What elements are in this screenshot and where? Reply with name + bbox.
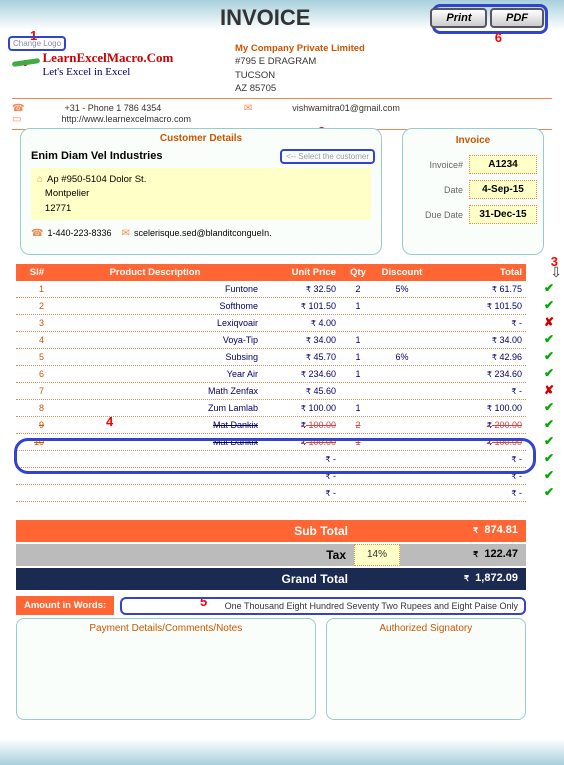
invoice-number: A1234 [469, 155, 537, 174]
table-row: 5Subsing₹ 45.7016%₹ 42.96 [16, 349, 526, 366]
arrow-down-icon: ⇩ [550, 264, 562, 281]
mail-icon: ✉ [122, 228, 130, 239]
signatory-box: Authorized Signatory [326, 618, 526, 720]
table-row: 10Mat Dankix₹ 100.001₹ 100.00 [16, 434, 526, 451]
invoice-meta-box: Invoice Invoice#A1234 Date4-Sep-15 Due D… [402, 128, 544, 255]
invoice-date: 4-Sep-15 [469, 180, 537, 199]
print-button[interactable]: Print [430, 8, 487, 28]
table-row: ₹ -₹ - [16, 485, 526, 502]
payment-notes-box: Payment Details/Comments/Notes [16, 618, 316, 720]
phone-icon: ☎ [31, 228, 43, 239]
table-row: 9Mat Dankix₹ 100.002₹ 200.00 [16, 417, 526, 434]
phone-icon: ☎ [12, 103, 24, 114]
table-row: 1Funtone₹ 32.5025%₹ 61.75 [16, 281, 526, 298]
web-icon: ▭ [12, 114, 21, 125]
page-title: INVOICE [220, 5, 310, 31]
pdf-button[interactable]: PDF [490, 8, 544, 28]
amount-words-label: Amount in Words: [16, 596, 114, 615]
change-logo-button[interactable]: Change Logo [8, 36, 66, 51]
status-checks: ✔✔✘✔✔✔✘✔✔✔✔✔✔ [544, 280, 560, 501]
mail-icon: ✉ [244, 103, 252, 114]
contact-bar: ☎+31 - Phone 1 786 4354 ✉vishwamitra01@g… [12, 98, 552, 130]
table-row: 6Year Air₹ 234.601₹ 234.60 [16, 366, 526, 383]
table-row: ₹ -₹ - [16, 468, 526, 485]
select-customer-button[interactable]: <-- Select the customer [280, 149, 375, 164]
star-icon [12, 50, 38, 76]
line-items-table: Sl# Product Description Unit Price Qty D… [16, 264, 526, 502]
customer-address: ⌂Ap #950-5104 Dolor St. Montpelier 12771 [31, 168, 371, 220]
amount-words-value: One Thousand Eight Hundred Seventy Two R… [120, 597, 526, 615]
table-row: ₹ -₹ - [16, 451, 526, 468]
table-row: 3Lexiqvoair₹ 4.00₹ - [16, 315, 526, 332]
table-row: 7Math Zenfax₹ 45.60₹ - [16, 383, 526, 400]
invoice-due: 31-Dec-15 [469, 205, 537, 224]
annotation-6: 6 [495, 30, 502, 45]
table-row: 8Zum Lamlab₹ 100.001₹ 100.00 [16, 400, 526, 417]
home-icon: ⌂ [37, 174, 43, 185]
table-row: 2Softhome₹ 101.501₹ 101.50 [16, 298, 526, 315]
table-row: 4Voya-Tip₹ 34.001₹ 34.00 [16, 332, 526, 349]
customer-details-box: Customer Details <-- Select the customer… [20, 128, 382, 255]
logo: LearnExcelMacro.Com Let's Excel in Excel [12, 50, 212, 78]
company-address: My Company Private Limited #795 E DRAGRA… [235, 42, 365, 95]
